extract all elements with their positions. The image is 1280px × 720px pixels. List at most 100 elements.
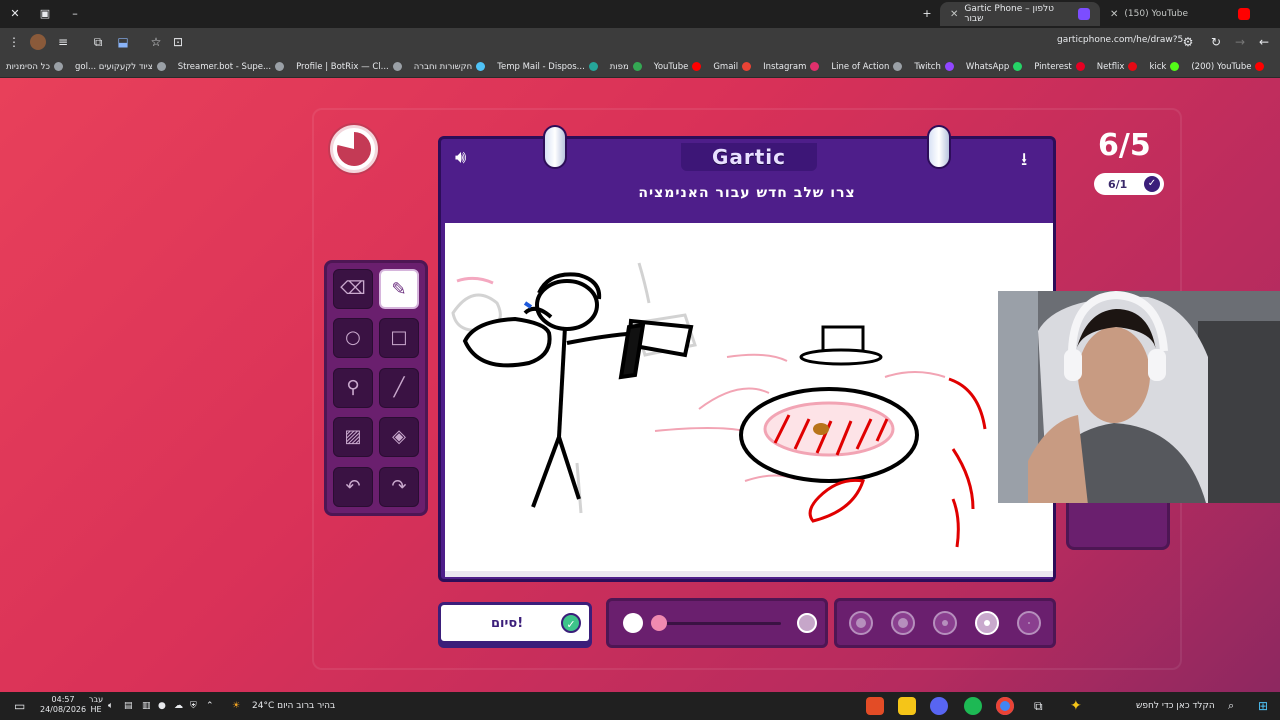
battery-icon[interactable]: ▥ bbox=[142, 698, 151, 714]
close-tab-icon[interactable]: ✕ bbox=[1110, 9, 1118, 20]
bookmark-favicon-icon bbox=[392, 62, 402, 71]
close-tab-icon[interactable]: ✕ bbox=[950, 9, 958, 20]
forward-icon[interactable]: → bbox=[1232, 34, 1248, 50]
language-indicator[interactable]: עבר HE bbox=[88, 695, 104, 714]
bookmark-item[interactable]: מפות bbox=[604, 62, 648, 72]
bookmark-item[interactable]: Pinterest bbox=[1028, 62, 1091, 72]
tab-label: (150) YouTube bbox=[1124, 9, 1189, 19]
layer-tool[interactable]: ▨ bbox=[333, 417, 373, 458]
url-field[interactable]: garticphone.com/he/draw?5 bbox=[1057, 35, 1183, 45]
show-hidden-icons[interactable]: ⌃ bbox=[206, 698, 214, 714]
translate-icon[interactable]: ⬓ bbox=[115, 34, 131, 50]
bookmark-item[interactable]: Profile | BotRix — Cl... bbox=[290, 62, 408, 72]
bookmark-item[interactable]: WhatsApp bbox=[960, 62, 1028, 72]
bookmark-item[interactable]: Temp Mail - Dispos... bbox=[491, 62, 604, 72]
bookmark-label: Profile | BotRix — Cl... bbox=[296, 61, 389, 72]
clock-time: 04:57 bbox=[51, 695, 75, 704]
bookmark-item[interactable]: חקשורות וחברה bbox=[408, 62, 491, 72]
reload-icon[interactable]: ↻ bbox=[1208, 34, 1224, 50]
bookmark-item[interactable]: gol... ציוד לקעקועים bbox=[69, 62, 172, 72]
tab-youtube[interactable]: ✕ (150) YouTube bbox=[1100, 2, 1260, 26]
brush-size-option[interactable] bbox=[891, 611, 915, 635]
bookmark-favicon-icon bbox=[893, 62, 903, 71]
bookmark-item[interactable]: YouTube bbox=[648, 62, 708, 72]
screenshot-icon[interactable]: ⊡ bbox=[170, 34, 186, 50]
eyedropper-tool[interactable]: ⚲ bbox=[333, 367, 373, 408]
opacity-slider[interactable] bbox=[606, 598, 828, 648]
back-icon[interactable]: ← bbox=[1256, 34, 1272, 50]
opacity-max-swatch[interactable] bbox=[797, 613, 817, 633]
download-icon[interactable]: ⭳ bbox=[1021, 147, 1027, 177]
close-window-icon[interactable]: ✕ bbox=[6, 5, 24, 23]
bookmark-item[interactable]: Netflix bbox=[1091, 62, 1144, 72]
bookmark-item[interactable]: Gmail bbox=[707, 62, 757, 72]
app-icon-1[interactable] bbox=[866, 697, 884, 715]
brush-size-option[interactable] bbox=[1017, 611, 1041, 635]
webcam-overlay bbox=[998, 291, 1280, 503]
microphone-icon[interactable]: ● bbox=[158, 698, 166, 714]
tab-search-icon[interactable]: ▣ bbox=[36, 5, 54, 23]
new-tab-icon[interactable]: + bbox=[918, 5, 936, 23]
pencil-tool[interactable]: ✎ bbox=[379, 269, 419, 309]
copilot-icon[interactable]: ✦ bbox=[1070, 698, 1082, 714]
bookmark-item[interactable]: kick bbox=[1143, 62, 1185, 72]
bookmark-favicon-icon bbox=[944, 62, 954, 71]
volume-icon[interactable]: 🔈︎ bbox=[108, 698, 113, 714]
brush-size-option[interactable] bbox=[933, 611, 957, 635]
reading-list-icon[interactable]: ≡ bbox=[55, 34, 71, 50]
redo-tool[interactable]: ↷ bbox=[379, 466, 419, 507]
opacity-min-swatch[interactable] bbox=[623, 613, 643, 633]
done-button[interactable]: סיום! ✓ bbox=[438, 602, 592, 644]
security-icon[interactable]: ⛨ bbox=[190, 698, 197, 714]
bookmark-label: WhatsApp bbox=[965, 61, 1010, 72]
clock[interactable]: 04:57 24/08/2026 bbox=[40, 695, 86, 714]
notifications-icon[interactable]: ▭ bbox=[14, 698, 25, 714]
undo-tool[interactable]: ↶ bbox=[333, 466, 373, 507]
brush-size-option[interactable] bbox=[975, 611, 999, 635]
windows-start-icon[interactable]: ⊞ bbox=[1258, 698, 1268, 714]
bookmark-item[interactable]: (200) YouTube bbox=[1185, 62, 1270, 72]
site-settings-icon[interactable]: ⚙ bbox=[1180, 34, 1196, 50]
discord-icon[interactable] bbox=[930, 697, 948, 715]
fill-tool[interactable]: ◈ bbox=[379, 417, 419, 458]
bookmark-item[interactable]: Line of Action bbox=[825, 62, 908, 72]
menu-icon[interactable]: ⋮ bbox=[6, 34, 22, 50]
bookmark-label: מפות bbox=[609, 61, 629, 72]
taskbar-search[interactable]: הקלד כאן כדי לחפש bbox=[1136, 698, 1215, 714]
bookmark-star-icon[interactable]: ☆ bbox=[148, 34, 164, 50]
circle-tool[interactable]: ○ bbox=[333, 318, 373, 359]
redo-icon: ↷ bbox=[391, 475, 407, 497]
sound-icon[interactable]: 🔊︎ bbox=[455, 147, 466, 168]
drawing-canvas[interactable] bbox=[445, 223, 1053, 577]
file-explorer-icon[interactable] bbox=[898, 697, 916, 715]
bookmark-label: כל הסימניות bbox=[6, 61, 50, 72]
bookmark-item[interactable]: כל הסימניות bbox=[0, 62, 69, 72]
brush-size-option[interactable] bbox=[849, 611, 873, 635]
spotify-icon[interactable] bbox=[964, 697, 982, 715]
extensions-icon[interactable]: ⧉ bbox=[90, 34, 106, 50]
weather-icon[interactable]: ☀ bbox=[232, 698, 240, 714]
bookmark-favicon-icon bbox=[588, 62, 598, 71]
chrome-icon[interactable] bbox=[996, 697, 1014, 715]
bookmark-item[interactable]: Twitch bbox=[908, 62, 960, 72]
undo-icon: ↶ bbox=[345, 475, 361, 497]
network-icon[interactable]: ▤ bbox=[124, 698, 133, 714]
bookmark-label: Streamer.bot - Supe... bbox=[177, 61, 272, 72]
cloud-icon[interactable]: ☁ bbox=[174, 698, 183, 714]
bookmark-item[interactable]: Streamer.bot - Supe... bbox=[172, 62, 290, 72]
search-icon[interactable]: ⌕ bbox=[1228, 698, 1234, 714]
task-view-icon[interactable]: ⧉ bbox=[1034, 698, 1043, 714]
profile-avatar[interactable] bbox=[30, 34, 46, 50]
bookmark-label: Line of Action bbox=[831, 61, 890, 72]
rectangle-tool[interactable]: □ bbox=[379, 318, 419, 359]
eraser-tool[interactable]: ⌫ bbox=[333, 269, 373, 309]
minimize-icon[interactable]: – bbox=[66, 5, 84, 23]
drawing-sketch bbox=[451, 262, 987, 548]
tab-gartic[interactable]: ✕ Gartic Phone – טלפון שבור bbox=[940, 2, 1100, 26]
opacity-slider-handle[interactable] bbox=[651, 615, 667, 631]
bookmark-item[interactable]: Instagram bbox=[757, 62, 825, 72]
weather-text[interactable]: 24°C בהיר ברוב היום bbox=[252, 698, 335, 714]
rectangle-icon: □ bbox=[390, 327, 408, 349]
bookmark-favicon-icon bbox=[632, 62, 642, 71]
line-tool[interactable]: ╱ bbox=[379, 367, 419, 408]
